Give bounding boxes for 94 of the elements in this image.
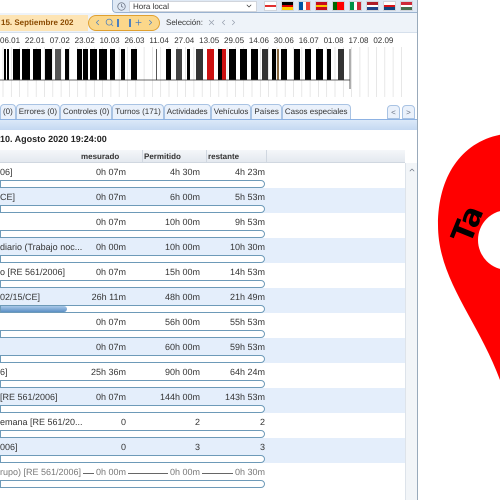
timeline-date: 01.08: [324, 36, 345, 46]
remaining-value: 4h 23m: [232, 167, 265, 178]
row-label: 006]: [0, 442, 20, 452]
remaining-value: 2: [258, 417, 265, 428]
clear-icon[interactable]: [206, 18, 216, 27]
tab[interactable]: Turnos (171): [112, 104, 164, 119]
scroll-up-icon[interactable]: [408, 166, 416, 174]
timeline-date: 11.04: [149, 36, 170, 46]
allowed-value: 10h 00m: [162, 242, 202, 253]
flag-icon[interactable]: [298, 1, 311, 11]
period-date: 15. Septiembre 202: [0, 14, 88, 30]
timeline-date: 22.01: [24, 36, 46, 46]
allowed-value: 56h 00m: [162, 317, 202, 328]
remaining-value: 143h 53m: [222, 392, 265, 403]
measured-value: 0: [118, 417, 128, 428]
row-label: o [RE 561/2006]: [0, 267, 68, 277]
selection-label: Selección:: [166, 16, 203, 28]
tab-scroll-button[interactable]: <: [387, 105, 400, 119]
measured-value: 0h 07m: [94, 192, 128, 203]
allowed-value: 48h 00m: [162, 292, 202, 303]
timeline-date: 30.06: [274, 36, 295, 46]
measured-value: 0h 00m: [94, 242, 128, 253]
flag-icon[interactable]: [366, 1, 379, 11]
remaining-value: 64h 24m: [228, 367, 265, 378]
remaining-value: 10h 30m: [228, 242, 265, 253]
allowed-value: 6h 00m: [168, 192, 202, 203]
remaining-value: 9h 53m: [232, 217, 265, 228]
timeline-date: 13.05: [199, 36, 220, 46]
timeline-date: 07.02: [50, 36, 71, 46]
tab[interactable]: Casos especiales: [282, 104, 351, 119]
clock-icon: [117, 2, 126, 10]
fit-icon[interactable]: [116, 18, 131, 26]
timeline-date: 06.01: [0, 36, 22, 46]
allowed-value: 10h 00m: [162, 217, 202, 228]
remaining-value: 55h 53m: [228, 317, 265, 328]
timeline-date: 26.03: [124, 36, 146, 46]
report-title: 10. Agosto 2020 19:24:00: [0, 133, 107, 146]
row-label: 06]: [0, 167, 15, 177]
flag-icon[interactable]: [281, 1, 294, 11]
column-header[interactable]: Permitido: [143, 150, 207, 162]
row-label: [RE 561/2006]: [0, 392, 60, 402]
tab[interactable]: Errores (0): [16, 104, 60, 119]
measured-value: 0h 07m: [94, 342, 128, 353]
timeline-date: 27.04: [174, 36, 196, 46]
tab[interactable]: Países: [251, 104, 282, 119]
tab[interactable]: (0): [0, 104, 16, 119]
measured-value: 0h 00m: [94, 467, 128, 478]
zoom-in-icon[interactable]: [134, 18, 143, 27]
measured-value: 0: [118, 442, 128, 453]
column-header[interactable]: mesurado: [80, 150, 143, 162]
allowed-value: 4h 30m: [168, 167, 202, 178]
row-label: rupo) [RE 561/2006]: [0, 467, 84, 477]
caret-icon: [245, 2, 253, 10]
allowed-value: 0h 00m: [168, 467, 202, 478]
timeline-date: 16.07: [298, 36, 320, 46]
flag-icon[interactable]: [383, 1, 396, 11]
allowed-value: 60h 00m: [162, 342, 202, 353]
remaining-value: 0h 30m: [232, 467, 265, 478]
timeline-date: 02.09: [373, 36, 394, 46]
row-label: 6]: [0, 367, 10, 377]
measured-value: 0h 07m: [94, 392, 128, 403]
timeline-date: 23.02: [74, 36, 96, 46]
tab-scroll-button[interactable]: >: [402, 105, 415, 119]
zoom-icon[interactable]: [105, 18, 114, 27]
timeline-date: 17.08: [348, 36, 370, 46]
measured-value: 0h 07m: [94, 317, 128, 328]
tab[interactable]: Actividades: [164, 104, 211, 119]
row-label: emana [RE 561/20...: [0, 417, 85, 427]
allowed-value: 3: [192, 442, 202, 453]
timeline-date: 14.06: [248, 36, 270, 46]
remaining-value: 5h 53m: [232, 192, 265, 203]
tab[interactable]: Controles (0): [60, 104, 112, 119]
measured-value: 26h 11m: [90, 292, 128, 303]
tab[interactable]: Vehículos: [210, 104, 252, 119]
remaining-value: 14h 53m: [228, 267, 265, 278]
allowed-value: 144h 00m: [158, 392, 202, 403]
allowed-value: 15h 00m: [162, 267, 202, 278]
timezone-dropdown[interactable]: Hora local: [129, 0, 257, 12]
column-header[interactable]: restante: [207, 150, 267, 162]
scrollbar[interactable]: [405, 163, 417, 500]
row-label: diario (Trabajo noc...: [0, 242, 84, 252]
remaining-value: 3: [258, 442, 265, 453]
measured-value: 0h 07m: [94, 167, 128, 178]
measured-value: 0h 07m: [94, 267, 128, 278]
timeline-date: 29.05: [224, 36, 246, 46]
row-label: CE]: [0, 192, 18, 202]
remaining-value: 59h 53m: [228, 342, 265, 353]
remaining-value: 21h 49m: [228, 292, 265, 303]
allowed-value: 2: [192, 417, 202, 428]
allowed-value: 90h 00m: [162, 367, 202, 378]
timeline-date: 10.03: [100, 36, 121, 46]
measured-value: 25h 36m: [88, 367, 128, 378]
measured-value: 0h 07m: [94, 217, 128, 228]
row-label: 02/15/CE]: [0, 292, 42, 302]
